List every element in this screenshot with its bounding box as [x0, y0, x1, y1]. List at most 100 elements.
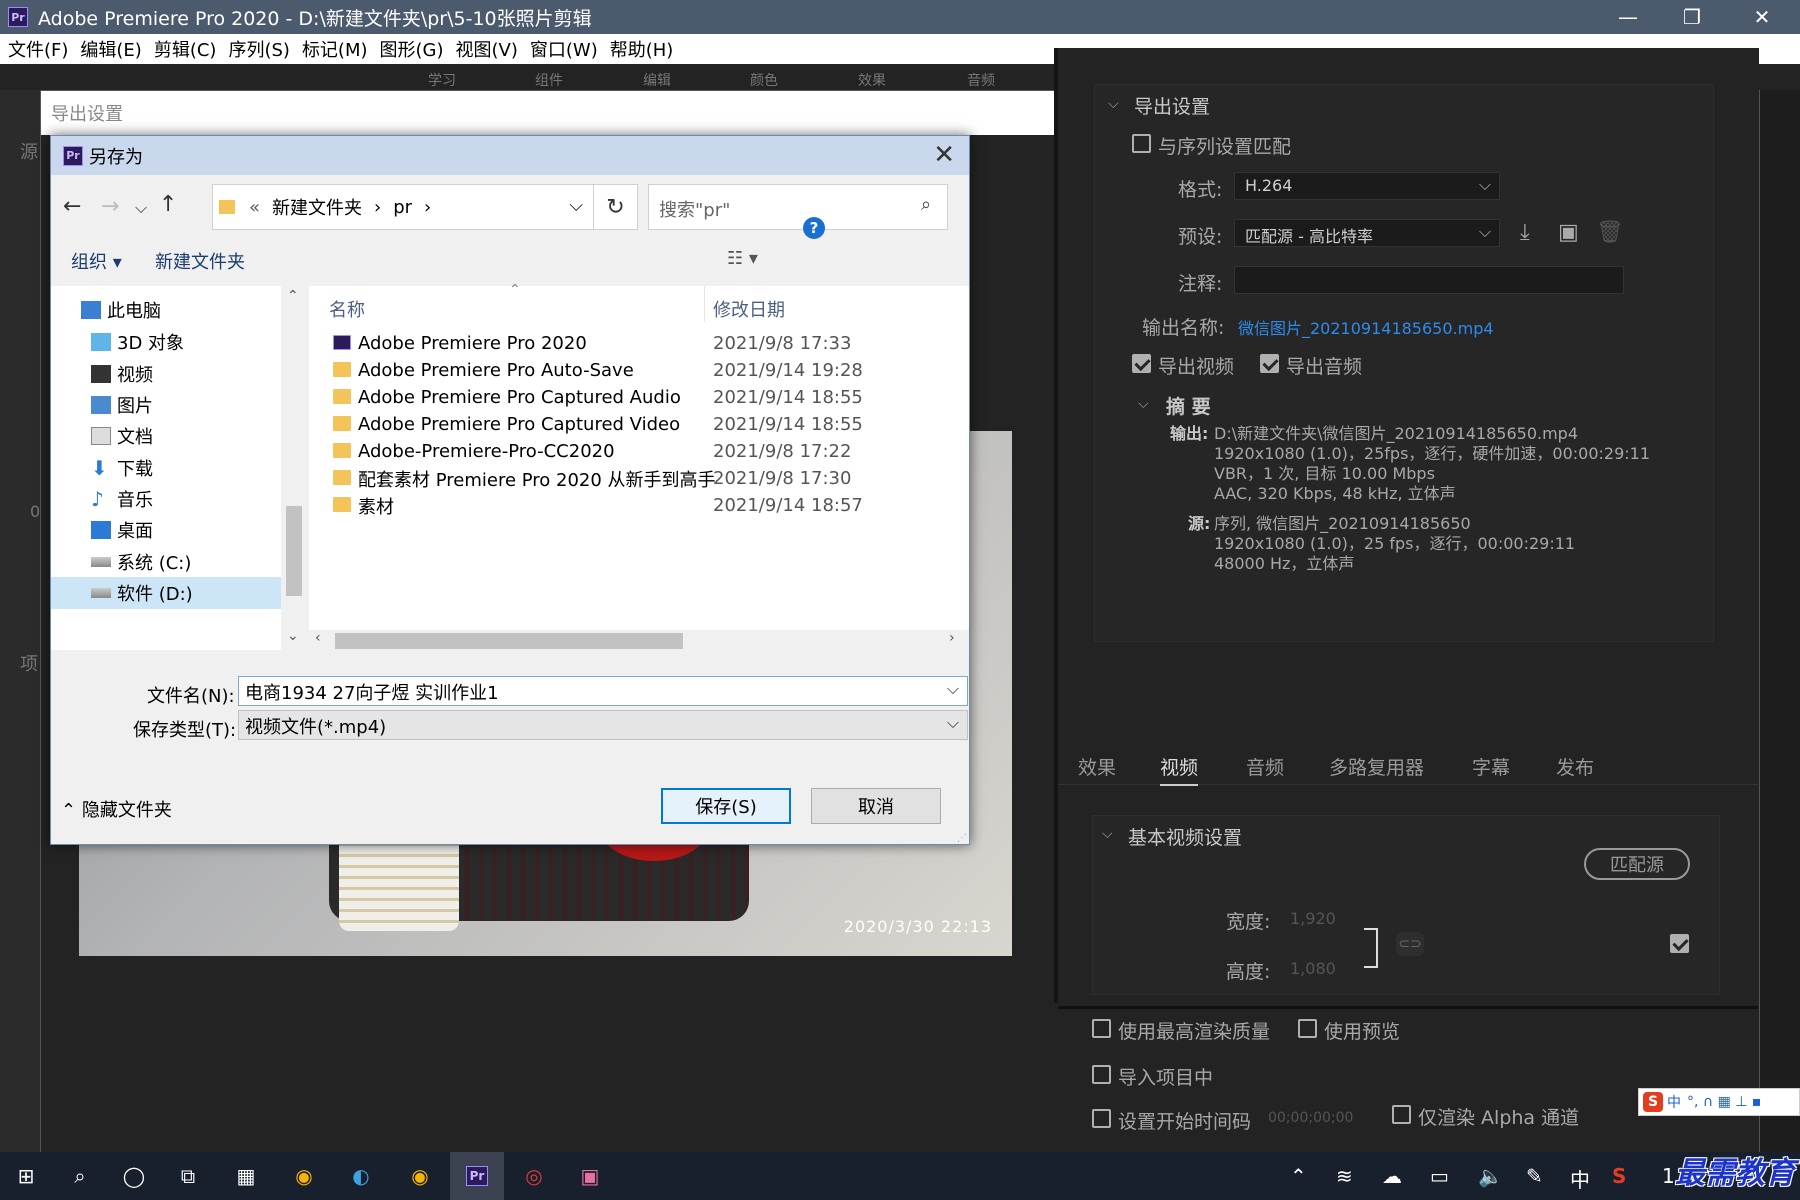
- column-separator[interactable]: [704, 286, 705, 322]
- organize-menu[interactable]: 组织 ▾: [71, 248, 122, 274]
- import-into-project-checkbox[interactable]: [1092, 1065, 1111, 1084]
- delete-preset-icon[interactable]: 🗑: [1596, 220, 1624, 245]
- menu-file[interactable]: 文件(F): [8, 36, 68, 62]
- list-item[interactable]: Adobe-Premiere-Pro-CC2020 2021/9/8 17:22: [309, 438, 969, 465]
- match-width-checkbox[interactable]: [1670, 934, 1689, 953]
- match-sequence-checkbox[interactable]: [1132, 134, 1151, 153]
- workspace-tab-audio[interactable]: 音频: [967, 70, 995, 90]
- tray-expand-icon[interactable]: ⌃: [1290, 1164, 1307, 1188]
- minimize-button[interactable]: —: [1598, 0, 1658, 34]
- export-settings-collapse-icon[interactable]: ⌵: [1108, 96, 1119, 112]
- list-item[interactable]: Adobe Premiere Pro Captured Video 2021/9/…: [309, 411, 969, 438]
- tab-effects[interactable]: 效果: [1078, 753, 1116, 780]
- tree-item-music[interactable]: ♪ 音乐: [51, 483, 281, 515]
- wifi-icon[interactable]: ≋: [1336, 1164, 1353, 1188]
- workspace-tab-learn[interactable]: 学习: [428, 70, 456, 90]
- back-arrow-icon[interactable]: ←: [63, 194, 81, 219]
- comment-input[interactable]: [1234, 266, 1624, 294]
- list-item[interactable]: Adobe Premiere Pro Captured Audio 2021/9/…: [309, 384, 969, 411]
- sogou-tray-icon[interactable]: S: [1612, 1164, 1626, 1188]
- menu-window[interactable]: 窗口(W): [530, 36, 598, 62]
- workspace-tab-editing[interactable]: 编辑: [643, 70, 671, 90]
- filename-input[interactable]: 电商1934 27向子煜 实训作业1 ⌵: [238, 676, 968, 706]
- ime-symbols-icon[interactable]: °, ∩ ▦ ⊥ ▪: [1687, 1094, 1761, 1110]
- volume-icon[interactable]: 🔈: [1478, 1164, 1503, 1188]
- hide-folders-toggle[interactable]: ⌃ 隐藏文件夹: [61, 796, 172, 822]
- ime-mode[interactable]: 中: [1667, 1092, 1681, 1112]
- scroll-down-icon[interactable]: ⌄: [287, 628, 299, 644]
- workspace-tab-assembly[interactable]: 组件: [535, 70, 563, 90]
- save-button[interactable]: 保存(S): [661, 788, 791, 824]
- tab-video[interactable]: 视频: [1160, 753, 1199, 786]
- workspace-tab-color[interactable]: 颜色: [750, 70, 778, 90]
- save-as-close-icon[interactable]: ✕: [933, 140, 955, 170]
- chrome-alt-icon[interactable]: ◉: [406, 1162, 434, 1190]
- tree-item-downloads[interactable]: ⬇ 下载: [51, 452, 281, 484]
- list-item[interactable]: Adobe Premiere Pro 2020 2021/9/8 17:33: [309, 330, 969, 357]
- battery-icon[interactable]: ▭: [1430, 1164, 1449, 1188]
- tab-multiplexer[interactable]: 多路复用器: [1329, 753, 1424, 780]
- workspace-tab-effects[interactable]: 效果: [858, 70, 886, 90]
- tree-item-documents[interactable]: 文档: [51, 420, 281, 452]
- basic-video-collapse-icon[interactable]: ⌵: [1102, 826, 1113, 842]
- menu-help[interactable]: 帮助(H): [610, 36, 674, 62]
- tree-item-desktop[interactable]: 桌面: [51, 514, 281, 546]
- search-icon[interactable]: ⌕: [66, 1162, 94, 1190]
- premiere-taskbar-icon[interactable]: Pr: [450, 1152, 504, 1200]
- chrome-icon[interactable]: ◉: [290, 1162, 318, 1190]
- menu-sequence[interactable]: 序列(S): [228, 36, 289, 62]
- import-preset-icon[interactable]: ▣: [1558, 220, 1579, 245]
- search-input[interactable]: 搜索"pr": [648, 184, 948, 230]
- render-alpha-checkbox[interactable]: [1392, 1105, 1411, 1124]
- scroll-left-icon[interactable]: ‹: [315, 630, 321, 646]
- breadcrumb-folder[interactable]: pr: [393, 197, 412, 218]
- task-view-icon[interactable]: ⧉: [174, 1162, 202, 1190]
- calculator-icon[interactable]: ▦: [232, 1162, 260, 1190]
- start-timecode-value[interactable]: 00;00;00;00: [1268, 1110, 1353, 1126]
- filetype-select[interactable]: 视频文件(*.mp4) ⌵: [238, 710, 968, 740]
- max-render-quality-checkbox[interactable]: [1092, 1019, 1111, 1038]
- menu-clip[interactable]: 剪辑(C): [154, 36, 217, 62]
- address-bar[interactable]: « 新建文件夹 › pr › ⌵: [212, 184, 594, 230]
- summary-collapse-icon[interactable]: ⌵: [1138, 396, 1149, 412]
- menu-view[interactable]: 视图(V): [456, 36, 518, 62]
- tree-item-pictures[interactable]: 图片: [51, 389, 281, 421]
- recent-locations-icon[interactable]: ⌵: [135, 198, 147, 218]
- output-name-link[interactable]: 微信图片_20210914185650.mp4: [1238, 315, 1494, 339]
- pen-icon[interactable]: ✎: [1526, 1164, 1543, 1188]
- input-language-indicator[interactable]: 中: [1570, 1164, 1590, 1193]
- cancel-button[interactable]: 取消: [811, 788, 941, 824]
- tree-item-3d-objects[interactable]: 3D 对象: [51, 326, 281, 358]
- tab-publish[interactable]: 发布: [1556, 753, 1594, 780]
- cortana-circle-icon[interactable]: ◯: [120, 1162, 148, 1190]
- export-video-checkbox[interactable]: [1132, 354, 1151, 373]
- tree-scroll-thumb[interactable]: [286, 506, 302, 596]
- scroll-up-icon[interactable]: ⌃: [287, 288, 299, 304]
- menu-graphics[interactable]: 图形(G): [380, 36, 444, 62]
- edge-icon[interactable]: ◐: [347, 1162, 375, 1190]
- file-list-hscrollbar[interactable]: ‹ ›: [309, 630, 969, 652]
- export-audio-checkbox[interactable]: [1260, 354, 1279, 373]
- tree-item-drive-d[interactable]: 软件 (D:): [51, 577, 281, 609]
- cloud-icon[interactable]: ☁: [1382, 1164, 1402, 1188]
- column-header-name[interactable]: 名称: [329, 296, 365, 322]
- tree-item-drive-c[interactable]: 系统 (C:): [51, 546, 281, 578]
- list-item[interactable]: 配套素材 Premiere Pro 2020 从新手到高手 2021/9/8 17…: [309, 465, 969, 492]
- use-previews-checkbox[interactable]: [1298, 1019, 1317, 1038]
- menu-edit[interactable]: 编辑(E): [80, 36, 141, 62]
- list-item[interactable]: Adobe Premiere Pro Auto-Save 2021/9/14 19…: [309, 357, 969, 384]
- address-overflow[interactable]: «: [249, 197, 260, 218]
- height-value[interactable]: 1,080: [1290, 959, 1336, 978]
- match-source-button[interactable]: 匹配源: [1584, 848, 1690, 880]
- menu-markers[interactable]: 标记(M): [302, 36, 368, 62]
- column-header-date[interactable]: 修改日期: [713, 296, 785, 322]
- close-window-button[interactable]: ✕: [1732, 0, 1792, 34]
- bilibili-icon[interactable]: ▣: [576, 1162, 604, 1190]
- tree-item-videos[interactable]: 视频: [51, 358, 281, 390]
- new-folder-button[interactable]: 新建文件夹: [155, 248, 245, 274]
- set-start-timecode-checkbox[interactable]: [1092, 1109, 1111, 1128]
- tree-item-this-pc[interactable]: 此电脑: [51, 294, 281, 326]
- refresh-button[interactable]: ↻: [594, 184, 638, 230]
- link-icon[interactable]: ⊂⊃: [1396, 932, 1424, 956]
- ime-toolbar[interactable]: S 中 °, ∩ ▦ ⊥ ▪: [1638, 1088, 1800, 1116]
